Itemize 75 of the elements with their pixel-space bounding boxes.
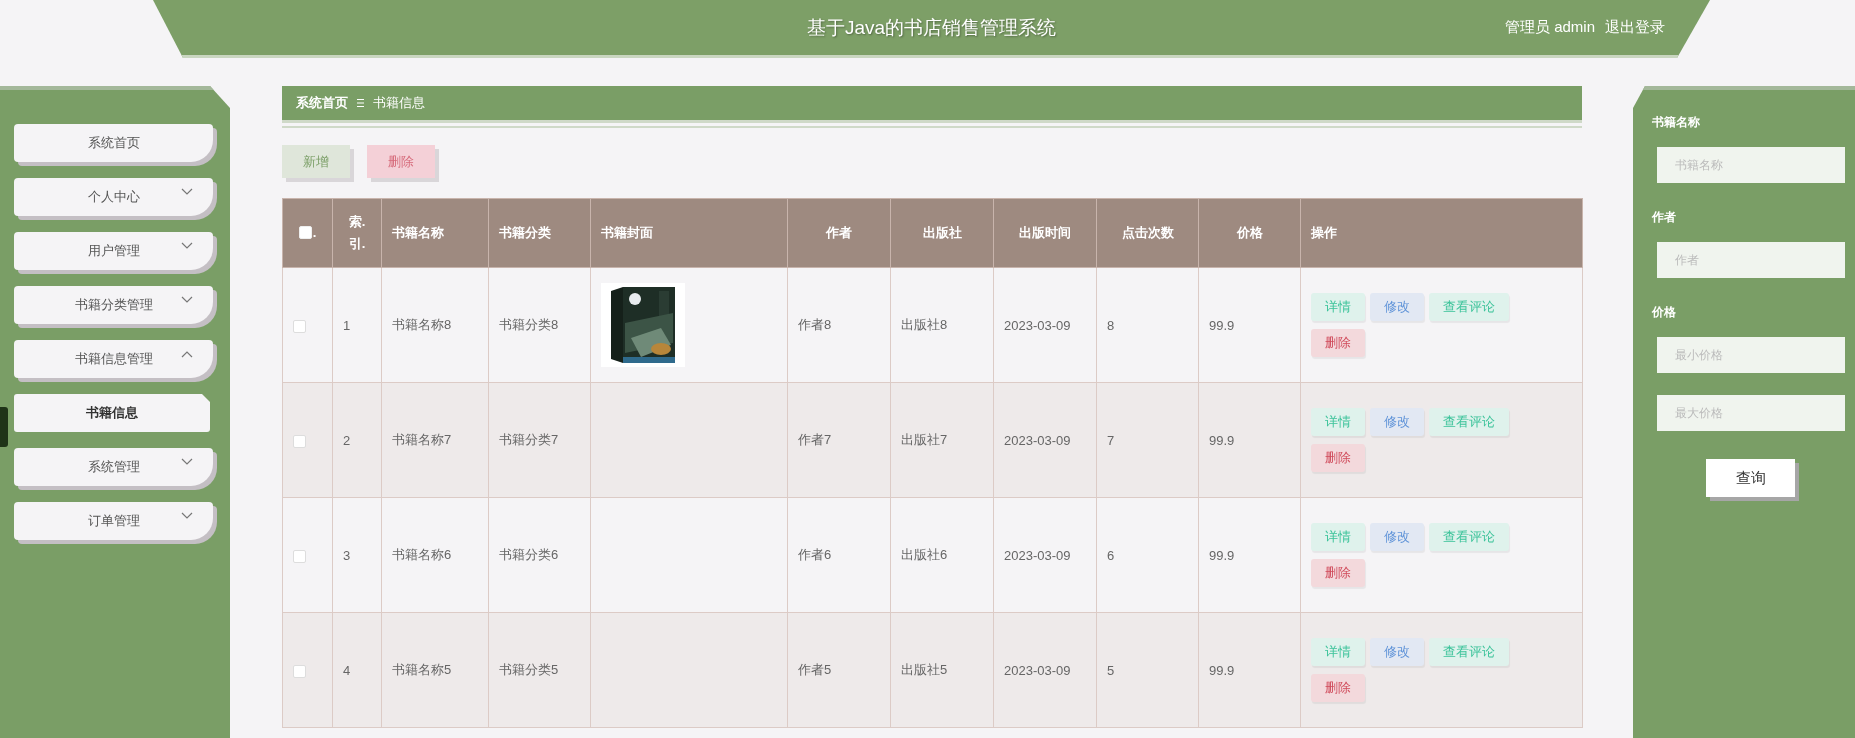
- column-header: 索.引.: [347, 212, 367, 253]
- table-cell: 3: [343, 547, 351, 563]
- submenu-item[interactable]: 书籍信息: [14, 394, 210, 432]
- edit-button[interactable]: 修改: [1370, 523, 1424, 551]
- column-header: .: [312, 224, 317, 240]
- row-checkbox[interactable]: [293, 549, 306, 563]
- breadcrumb-link[interactable]: 系统首页: [296, 94, 348, 112]
- table-cell: 书籍名称7: [392, 432, 452, 447]
- comments-button[interactable]: 查看评论: [1429, 523, 1509, 551]
- table-cell: 99.9: [1209, 547, 1235, 563]
- comments-button[interactable]: 查看评论: [1429, 293, 1509, 321]
- column-header: 书籍封面: [601, 225, 653, 240]
- table-cell: 2023-03-09: [1004, 547, 1071, 563]
- delete-button[interactable]: 删除: [1311, 674, 1365, 702]
- table-cell: 4: [343, 662, 351, 678]
- delete-button[interactable]: 删除: [1311, 329, 1365, 357]
- table-cell: 作者7: [798, 432, 832, 447]
- column-header: 操作: [1311, 225, 1337, 240]
- edit-button[interactable]: 修改: [1370, 293, 1424, 321]
- table-cell: 2: [343, 432, 351, 448]
- logout-link[interactable]: 退出登录: [1605, 18, 1665, 37]
- table-cell: 7: [1107, 432, 1115, 448]
- field-label: 作者: [1652, 209, 1677, 226]
- column-header: 书籍名称: [392, 225, 444, 240]
- column-header: 点击次数: [1121, 225, 1174, 240]
- table-cell: 作者8: [798, 317, 832, 332]
- details-button[interactable]: 详情: [1311, 523, 1365, 551]
- table-cell: 6: [1107, 547, 1115, 563]
- details-button[interactable]: 详情: [1311, 638, 1365, 666]
- row-checkbox[interactable]: [293, 664, 306, 678]
- table-cell: 1: [343, 317, 351, 333]
- row-checkbox[interactable]: [293, 319, 306, 333]
- table-cell: 2023-03-09: [1004, 662, 1071, 678]
- table-cell: 99.9: [1209, 432, 1235, 448]
- details-button[interactable]: 详情: [1311, 293, 1365, 321]
- column-header: 作者: [826, 225, 852, 240]
- details-button[interactable]: 详情: [1311, 408, 1365, 436]
- table-cell: 99.9: [1209, 317, 1235, 333]
- table-cell: 书籍名称8: [392, 317, 452, 332]
- breadcrumb-current: 书籍信息: [373, 94, 425, 112]
- edit-button[interactable]: 修改: [1370, 408, 1424, 436]
- table-cell: 出版社8: [901, 317, 948, 332]
- app-title: 基于Java的书店销售管理系统: [806, 15, 1057, 40]
- comments-button[interactable]: 查看评论: [1429, 638, 1509, 666]
- field-label: 书籍名称: [1652, 114, 1701, 131]
- edit-button[interactable]: 修改: [1370, 638, 1424, 666]
- column-header: 价格: [1236, 225, 1263, 240]
- table-cell: 5: [1107, 662, 1115, 678]
- table-cell: 书籍分类5: [499, 662, 559, 677]
- field-label: 价格: [1652, 304, 1677, 321]
- delete-button[interactable]: 删除: [1311, 444, 1365, 472]
- table-cell: 作者6: [798, 547, 832, 562]
- column-header: 出版社: [922, 225, 962, 240]
- table-cell: 出版社7: [901, 432, 948, 447]
- column-header: 书籍分类: [499, 225, 551, 240]
- row-checkbox[interactable]: [293, 434, 306, 448]
- user-label: 管理员 admin: [1504, 18, 1595, 37]
- table-cell: 书籍分类8: [499, 317, 559, 332]
- table-cell: 书籍名称5: [392, 662, 452, 677]
- table-cell: 2023-03-09: [1004, 317, 1071, 333]
- select-all-checkbox[interactable]: [298, 225, 312, 239]
- comments-button[interactable]: 查看评论: [1429, 408, 1509, 436]
- collapse-handle[interactable]: [0, 407, 8, 447]
- table-cell: 作者5: [798, 662, 832, 677]
- table-cell: 书籍分类6: [499, 547, 559, 562]
- column-header: 出版时间: [1019, 225, 1071, 240]
- separator-icon: [356, 98, 365, 108]
- table-cell: 书籍名称6: [392, 547, 452, 562]
- table-cell: 出版社5: [901, 662, 948, 677]
- table-cell: 99.9: [1209, 662, 1235, 678]
- table-cell: 出版社6: [901, 547, 948, 562]
- table-cell: 书籍分类7: [499, 432, 559, 447]
- delete-button[interactable]: 删除: [1311, 559, 1365, 587]
- table-cell: 8: [1107, 317, 1115, 333]
- table-cell: 2023-03-09: [1004, 432, 1071, 448]
